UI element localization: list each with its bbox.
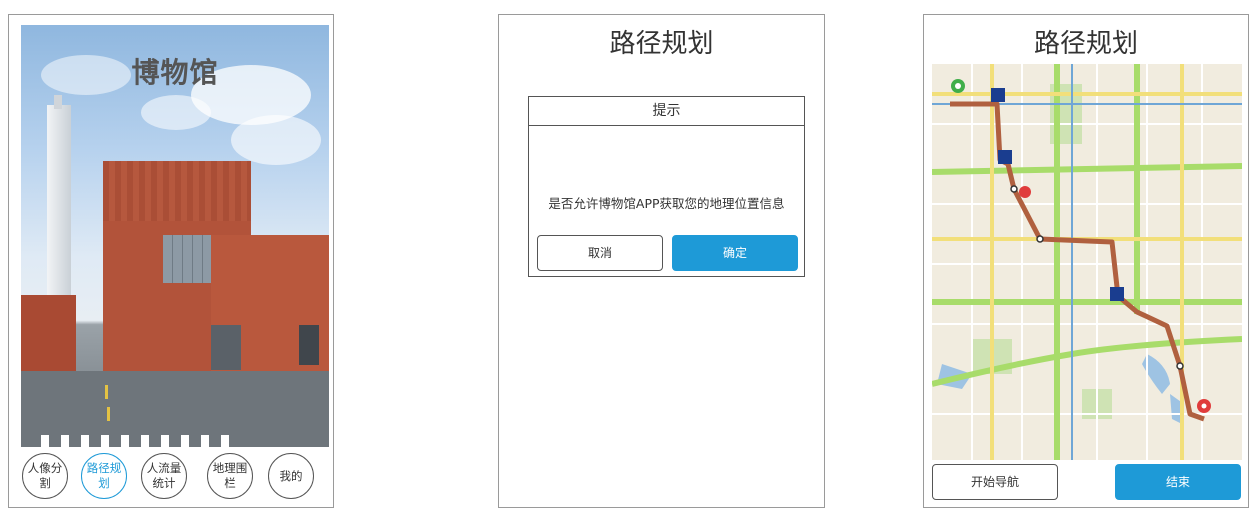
dialog-header: 提示 (529, 97, 804, 126)
nav-crowd-stats[interactable]: 人流量统计 (141, 453, 187, 499)
nav-profile[interactable]: 我的 (268, 453, 314, 499)
start-navigation-button[interactable]: 开始导航 (932, 464, 1058, 500)
confirm-button[interactable]: 确定 (672, 235, 798, 271)
bottom-nav: 人像分割 路径规划 人流量统计 地理围栏 我的 (21, 451, 321, 503)
nav-geofence[interactable]: 地理围栏 (207, 453, 253, 499)
location-permission-dialog: 提示 是否允许博物馆APP获取您的地理位置信息 取消 确定 (528, 96, 805, 277)
end-button[interactable]: 结束 (1115, 464, 1241, 500)
home-screen: 博物馆 人像分割 路径规划 人流量统计 地理围栏 我的 (8, 14, 334, 508)
permission-screen: 路径规划 提示 是否允许博物馆APP获取您的地理位置信息 取消 确定 (498, 14, 825, 508)
route-map[interactable] (932, 64, 1242, 460)
dialog-message: 是否允许博物馆APP获取您的地理位置信息 (548, 196, 785, 211)
museum-photo: 博物馆 (21, 25, 329, 447)
page-title: 路径规划 (1033, 29, 1138, 59)
nav-route-planning[interactable]: 路径规划 (81, 453, 127, 499)
hero-title: 博物馆 (131, 56, 219, 89)
route-map-screen: 路径规划 开始导航 结束 (923, 14, 1249, 508)
map-canvas (932, 64, 1242, 460)
cancel-button[interactable]: 取消 (537, 235, 663, 271)
nav-portrait-segmentation[interactable]: 人像分割 (22, 453, 68, 499)
page-title: 路径规划 (609, 29, 714, 59)
